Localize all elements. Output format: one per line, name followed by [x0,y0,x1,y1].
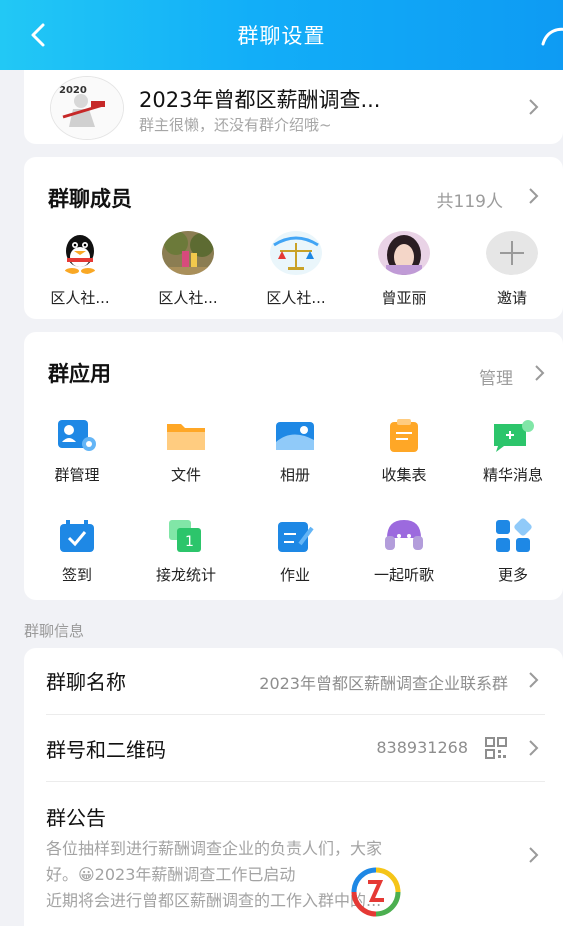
member-item[interactable]: 区人社... [246,231,346,308]
info-section-label: 群聊信息 [24,622,85,640]
chevron-right-icon [527,739,541,757]
group-id-label: 群号和二维码 [46,738,166,762]
group-notice-label: 群公告 [46,806,106,830]
share-icon[interactable] [537,22,563,52]
divider [46,781,545,782]
plus-icon [486,231,538,275]
app-label: 更多 [497,566,528,584]
group-name: 2023年曾都区薪酬调查... [139,88,381,112]
member-item[interactable]: 曾亚丽 [354,231,454,308]
svg-text:1: 1 [185,534,194,550]
checkin-icon [56,518,98,554]
qq-penguin-icon [54,231,106,275]
app-label: 文件 [170,466,201,484]
qr-code-icon [485,737,507,763]
notice-line: 各位抽样到进行薪酬调查企业的负责人们，大家 [46,839,383,858]
scale-logo-avatar [270,231,322,275]
app-more[interactable]: 更多 [458,518,563,585]
app-files[interactable]: 文件 [131,418,241,485]
photo-avatar [378,231,430,275]
more-apps-icon [492,518,534,554]
group-intro: 群主很懒，还没有群介绍哦~ [139,116,332,134]
watermark-logo-icon [350,866,402,918]
apps-manage-link[interactable]: 管理 [479,364,513,389]
app-music[interactable]: 一起听歌 [349,518,459,585]
photo-avatar [162,231,214,275]
divider [46,714,545,715]
app-form[interactable]: 收集表 [349,418,459,485]
apps-title: 群应用 [48,362,111,386]
members-card: 群聊成员 共119人 区人社... 区人社... 区人社... 曾亚丽 邀请 [24,157,563,319]
invite-button[interactable]: 邀请 [462,231,562,308]
app-relay[interactable]: 1 接龙统计 [131,518,241,585]
member-item[interactable]: 区人社... [30,231,130,308]
app-album[interactable]: 相册 [240,418,350,485]
relay-icon: 1 [165,518,207,554]
chevron-right-icon [527,671,541,689]
group-id-value: 838931268 [376,738,468,757]
group-name-value: 2023年曾都区薪酬调查企业联系群 [259,674,508,693]
notice-line: 好。😀2023年薪酬调查工作已启动 [46,865,296,884]
group-info-card: 群聊名称 2023年曾都区薪酬调查企业联系群 群号和二维码 838931268 … [24,648,563,926]
back-arrow-icon[interactable] [24,20,54,50]
form-icon [383,418,425,454]
app-label: 一起听歌 [373,566,434,584]
member-name: 区人社... [158,289,218,307]
member-name: 曾亚丽 [381,289,427,307]
top-bar: 群聊设置 [0,0,563,70]
member-name: 区人社... [266,289,326,307]
chevron-right-icon [527,98,541,116]
app-label: 签到 [61,566,92,584]
group-apps-card: 群应用 管理 群管理 文件 相册 收集表 精华消息 签到 1 接龙统计 作业 一… [24,332,563,600]
member-item[interactable]: 区人社... [138,231,238,308]
chevron-right-icon[interactable] [527,187,541,205]
group-profile-card[interactable]: 2020 2023年曾都区薪酬调查... 群主很懒，还没有群介绍哦~ [24,70,563,144]
invite-label: 邀请 [496,289,527,307]
folder-icon [165,418,207,454]
app-label: 收集表 [381,466,427,484]
app-label: 精华消息 [482,466,543,484]
app-label: 作业 [279,566,310,584]
group-name-label: 群聊名称 [46,670,126,694]
app-label: 群管理 [54,466,100,484]
group-notice-text: 各位抽样到进行薪酬调查企业的负责人们，大家 好。😀2023年薪酬调查工作已启动 … [46,836,516,914]
chevron-right-icon [527,846,541,864]
notice-line: 近期将会进行曾都区薪酬调查的工作入群中的... [46,891,382,910]
music-icon [383,518,425,554]
app-essence[interactable]: 精华消息 [458,418,563,485]
member-name: 区人社... [50,289,110,307]
group-avatar: 2020 [50,76,124,140]
app-checkin[interactable]: 签到 [22,518,132,585]
app-label: 相册 [279,466,310,484]
app-label: 接龙统计 [155,566,216,584]
essence-message-icon [492,418,534,454]
homework-icon [274,518,316,554]
chevron-right-icon[interactable] [533,364,547,382]
page-title: 群聊设置 [237,24,326,48]
group-manage-icon [56,418,98,454]
app-group-manage[interactable]: 群管理 [22,418,132,485]
album-icon [274,418,316,454]
member-count[interactable]: 共119人 [437,187,503,212]
app-homework[interactable]: 作业 [240,518,350,585]
members-title: 群聊成员 [48,187,132,211]
